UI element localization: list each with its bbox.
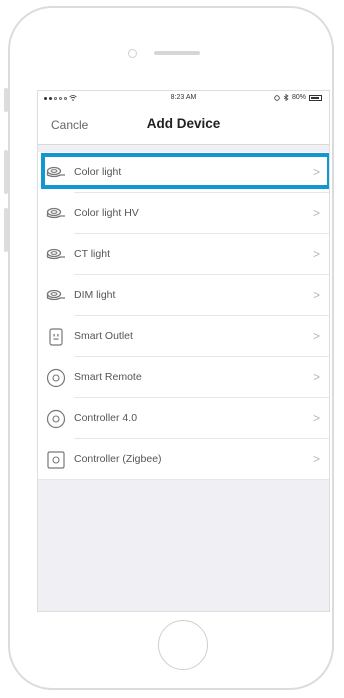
device-row-controller-zigbee[interactable]: Controller (Zigbee) > — [38, 439, 329, 480]
chevron-right-icon: > — [312, 411, 320, 425]
battery-icon — [309, 94, 322, 101]
led-strip-icon — [46, 204, 66, 224]
chevron-right-icon: > — [312, 329, 320, 343]
device-row-ct-light[interactable]: CT light > — [38, 234, 329, 275]
chevron-right-icon: > — [312, 370, 320, 384]
device-label: Color light — [74, 166, 122, 178]
device-label: Controller (Zigbee) — [74, 453, 162, 465]
device-list: Color light > Color light HV > CT light … — [38, 152, 329, 480]
device-label: Smart Remote — [74, 371, 142, 383]
device-label: CT light — [74, 248, 110, 260]
device-row-smart-remote[interactable]: Smart Remote > — [38, 357, 329, 398]
device-label: Smart Outlet — [74, 330, 133, 342]
battery-percent: 80% — [291, 94, 306, 101]
device-row-dim-light[interactable]: DIM light > — [38, 275, 329, 316]
device-row-color-light-hv[interactable]: Color light HV > — [38, 193, 329, 234]
led-strip-icon — [46, 245, 66, 265]
remote-icon — [46, 368, 66, 388]
mute-switch — [4, 88, 8, 112]
device-row-smart-outlet[interactable]: Smart Outlet > — [38, 316, 329, 357]
location-icon — [274, 94, 280, 101]
bluetooth-icon — [283, 94, 289, 101]
device-row-color-light[interactable]: Color light > — [38, 152, 329, 193]
status-right: 80% — [274, 94, 322, 101]
chevron-right-icon: > — [312, 165, 320, 179]
device-label: Color light HV — [74, 207, 139, 219]
device-label: Controller 4.0 — [74, 412, 138, 424]
device-row-controller-4[interactable]: Controller 4.0 > — [38, 398, 329, 439]
chevron-right-icon: > — [312, 452, 320, 466]
phone-frame: 8:23 AM 80% Cancle Add Device Color ligh… — [8, 6, 334, 690]
device-label: DIM light — [74, 289, 116, 301]
chevron-right-icon: > — [312, 288, 320, 302]
status-bar: 8:23 AM 80% — [38, 91, 329, 107]
led-strip-icon — [46, 286, 66, 306]
navigation-bar: Cancle Add Device — [38, 107, 329, 145]
page-title: Add Device — [146, 116, 221, 131]
controller-icon — [46, 409, 66, 429]
led-strip-icon — [46, 163, 66, 183]
app-screen: 8:23 AM 80% Cancle Add Device Color ligh… — [37, 90, 330, 612]
chevron-right-icon: > — [312, 206, 320, 220]
volume-up-button — [4, 150, 8, 194]
zigbee-controller-icon — [46, 450, 66, 470]
front-camera — [128, 49, 137, 58]
home-button[interactable] — [158, 620, 208, 670]
volume-down-button — [4, 208, 8, 252]
chevron-right-icon: > — [312, 247, 320, 261]
outlet-icon — [46, 327, 66, 347]
earpiece-speaker — [154, 51, 200, 55]
